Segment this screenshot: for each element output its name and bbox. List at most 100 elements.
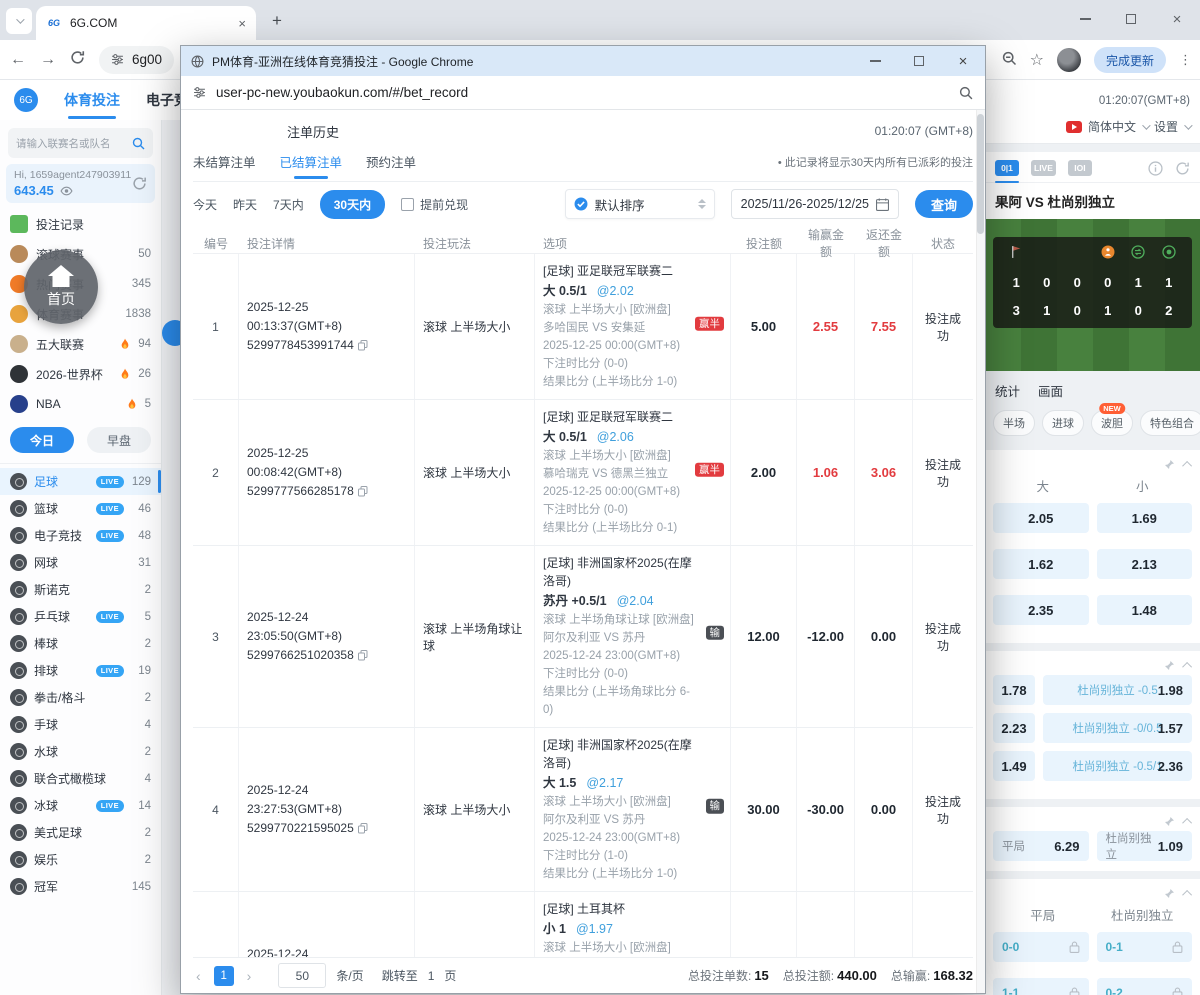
- popup-url[interactable]: user-pc-new.youbaokun.com/#/bet_record: [216, 85, 949, 100]
- range-昨天[interactable]: 昨天: [233, 196, 257, 213]
- jump-page-input[interactable]: 1: [428, 969, 435, 983]
- sort-select[interactable]: 默认排序: [565, 189, 715, 219]
- sport-item[interactable]: 乒乓球 LIVE 5: [0, 603, 161, 630]
- settings-select[interactable]: 设置: [1154, 118, 1178, 135]
- pin-icon[interactable]: [1164, 816, 1175, 827]
- correct-score-button[interactable]: 0-1: [1097, 932, 1193, 962]
- bookmark-star-icon[interactable]: ☆: [1030, 50, 1044, 70]
- menu-item-nba[interactable]: NBA 5: [0, 389, 161, 419]
- collapse-icon[interactable]: [1182, 817, 1192, 827]
- zoom-icon[interactable]: [959, 86, 973, 100]
- collapse-icon[interactable]: [1182, 661, 1192, 671]
- copy-icon[interactable]: [358, 340, 368, 351]
- profile-avatar[interactable]: [1057, 48, 1081, 72]
- eye-icon[interactable]: [60, 186, 73, 196]
- popup-scrollbar[interactable]: [976, 110, 985, 993]
- sport-item[interactable]: 联合式橄榄球 4: [0, 765, 161, 792]
- sport-item[interactable]: 美式足球 2: [0, 819, 161, 846]
- sport-item[interactable]: 棒球 2: [0, 630, 161, 657]
- market-pill-进球[interactable]: 进球: [1042, 410, 1084, 436]
- date-range-input[interactable]: 2025/11/26-2025/12/25: [731, 189, 899, 219]
- back-icon[interactable]: ←: [10, 51, 26, 69]
- query-button[interactable]: 查询: [915, 190, 973, 218]
- page-size-select[interactable]: 50: [278, 963, 326, 988]
- score-tab[interactable]: 0|1: [995, 160, 1019, 176]
- handicap-home-odd[interactable]: 1.78: [993, 675, 1035, 705]
- tab-stats[interactable]: 统计: [995, 381, 1020, 400]
- market-pill-半场[interactable]: 半场: [993, 410, 1035, 436]
- home-float-button[interactable]: 首页: [24, 250, 98, 324]
- stats-tab[interactable]: IOI: [1068, 160, 1092, 176]
- copy-icon[interactable]: [358, 650, 368, 661]
- sport-item[interactable]: 足球 LIVE 129: [0, 468, 161, 495]
- window-close-button[interactable]: ×: [1154, 0, 1200, 38]
- sport-item[interactable]: 排球 LIVE 19: [0, 657, 161, 684]
- result-odd-button[interactable]: 平局 6.29: [993, 831, 1089, 861]
- browser-menu-icon[interactable]: ⋮: [1179, 52, 1192, 68]
- copy-icon[interactable]: [358, 486, 368, 497]
- language-select[interactable]: 简体中文: [1088, 118, 1136, 135]
- next-page-icon[interactable]: ›: [244, 968, 255, 984]
- nav-sports-betting[interactable]: 体育投注: [64, 90, 120, 110]
- reload-icon[interactable]: [70, 50, 85, 70]
- sport-item[interactable]: 手球 4: [0, 711, 161, 738]
- forward-icon[interactable]: →: [40, 51, 56, 69]
- window-minimize-button[interactable]: [1062, 0, 1108, 38]
- sport-item[interactable]: 冠军 145: [0, 873, 161, 900]
- window-maximize-button[interactable]: [1108, 0, 1154, 38]
- correct-score-button[interactable]: 1-1: [993, 978, 1089, 995]
- range-7天内[interactable]: 7天内: [273, 196, 304, 213]
- day-tab-今日[interactable]: 今日: [10, 427, 74, 453]
- sport-item[interactable]: 篮球 LIVE 46: [0, 495, 161, 522]
- tab-screen[interactable]: 画面: [1038, 381, 1063, 400]
- handicap-home-odd[interactable]: 2.23: [993, 713, 1035, 743]
- sport-item[interactable]: 冰球 LIVE 14: [0, 792, 161, 819]
- handicap-away-odd[interactable]: 杜尚别独立 -0.5 1.98: [1043, 675, 1192, 705]
- menu-item-bet-record[interactable]: 投注记录: [0, 209, 161, 239]
- ou-odd-button[interactable]: 1.69: [1097, 503, 1193, 533]
- ou-odd-button[interactable]: 2.35: [993, 595, 1089, 625]
- handicap-away-odd[interactable]: 杜尚别独立 -0.5/1 2.36: [1043, 751, 1192, 781]
- pin-icon[interactable]: [1164, 459, 1175, 470]
- range-30天内[interactable]: 30天内: [320, 190, 385, 219]
- ou-odd-button[interactable]: 1.62: [993, 549, 1089, 579]
- balance-refresh-icon[interactable]: [132, 176, 147, 194]
- tab-close-icon[interactable]: ×: [238, 16, 246, 31]
- copy-icon[interactable]: [358, 823, 368, 834]
- address-bar[interactable]: 6g00: [99, 46, 174, 74]
- pin-icon[interactable]: [1164, 660, 1175, 671]
- popup-maximize-button[interactable]: [897, 46, 941, 76]
- sport-item[interactable]: 电子竞技 LIVE 48: [0, 522, 161, 549]
- ou-odd-button[interactable]: 2.05: [993, 503, 1089, 533]
- ou-odd-button[interactable]: 2.13: [1097, 549, 1193, 579]
- chrome-update-button[interactable]: 完成更新: [1094, 47, 1166, 73]
- market-pill-波胆[interactable]: NEW波胆: [1091, 410, 1133, 436]
- bet-tab-已结算注单[interactable]: 已结算注单: [280, 152, 343, 179]
- handicap-home-odd[interactable]: 1.49: [993, 751, 1035, 781]
- site-logo-icon[interactable]: 6G: [14, 88, 38, 112]
- search-input[interactable]: 请输入联赛名或队名: [8, 128, 153, 158]
- live-tab[interactable]: LIVE: [1031, 160, 1056, 176]
- popup-titlebar[interactable]: PM体育-亚洲在线体育竞猜投注 - Google Chrome ×: [181, 46, 985, 76]
- prev-page-icon[interactable]: ‹: [193, 968, 204, 984]
- collapse-icon[interactable]: [1182, 889, 1192, 899]
- day-tab-早盘[interactable]: 早盘: [87, 427, 151, 453]
- tune-icon[interactable]: [193, 86, 206, 99]
- range-今天[interactable]: 今天: [193, 196, 217, 213]
- collapse-icon[interactable]: [1182, 460, 1192, 470]
- market-pill-特色组合[interactable]: 特色组合: [1140, 410, 1200, 436]
- menu-item-worldcup[interactable]: 2026-世界杯 26: [0, 359, 161, 389]
- result-odd-button[interactable]: 杜尚别独立 1.09: [1097, 831, 1193, 861]
- ou-odd-button[interactable]: 1.48: [1097, 595, 1193, 625]
- correct-score-button[interactable]: 0-0: [993, 932, 1089, 962]
- zoom-out-icon[interactable]: [1002, 51, 1017, 69]
- sport-item[interactable]: 斯诺克 2: [0, 576, 161, 603]
- popup-close-button[interactable]: ×: [941, 46, 985, 76]
- browser-tab[interactable]: 6G 6G.COM ×: [36, 6, 256, 40]
- info-icon[interactable]: [1148, 161, 1163, 176]
- handicap-away-odd[interactable]: 杜尚别独立 -0/0.5 1.57: [1043, 713, 1192, 743]
- popup-minimize-button[interactable]: [853, 46, 897, 76]
- tab-search-button[interactable]: [6, 8, 32, 34]
- bet-tab-预约注单[interactable]: 预约注单: [366, 152, 416, 179]
- early-cashout-checkbox[interactable]: [401, 198, 414, 211]
